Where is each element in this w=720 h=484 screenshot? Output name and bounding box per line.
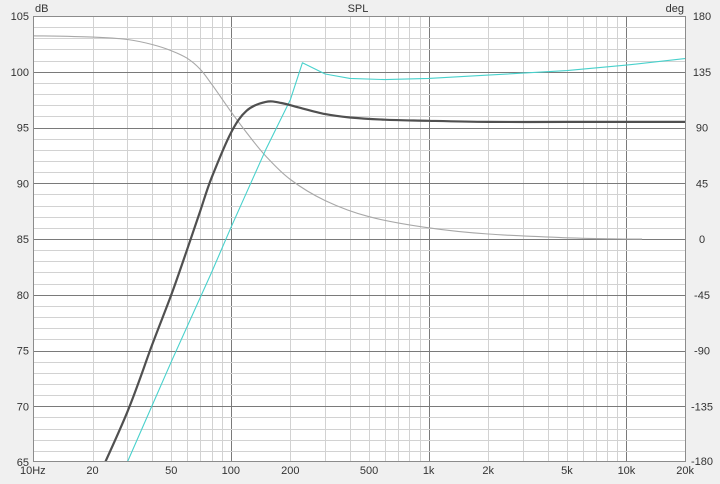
spl-chart: 10Hz 20 50 100 200 500 1k 2k 5k 10k 20k10510095908… xyxy=(0,0,720,484)
y-left-tick-label: 85 xyxy=(17,234,29,246)
y-right-tick-label: 135 xyxy=(693,67,711,79)
y-right-tick-label: 0 xyxy=(699,234,705,246)
y-right-tick-label: -180 xyxy=(691,456,713,468)
y-right-tick-label: -135 xyxy=(691,401,713,413)
x-tick-label: 500 xyxy=(360,465,378,477)
y-left-tick-label: 75 xyxy=(17,346,29,358)
y-left-tick-label: 95 xyxy=(17,123,29,135)
x-tick-label: 10k xyxy=(618,465,636,477)
x-tick-label: 200 xyxy=(281,465,299,477)
x-tick-label: 1k xyxy=(423,465,435,477)
chart-title: SPL xyxy=(348,3,369,15)
y-right-tick-label: 45 xyxy=(696,178,708,190)
y-left-tick-label: 65 xyxy=(17,457,29,469)
x-tick-label: 100 xyxy=(222,465,240,477)
y-left-tick-label: 90 xyxy=(17,178,29,190)
y-right-tick-label: 180 xyxy=(693,11,711,23)
x-tick-label: 5k xyxy=(561,465,573,477)
left-axis-unit: dB xyxy=(35,3,48,15)
y-left-tick-label: 80 xyxy=(17,290,29,302)
y-left-tick-label: 100 xyxy=(11,67,29,79)
x-tick-label: 50 xyxy=(165,465,177,477)
y-right-tick-label: 90 xyxy=(696,123,708,135)
y-left-tick-label: 105 xyxy=(11,11,29,23)
y-right-tick-label: -90 xyxy=(694,346,710,358)
y-left-tick-label: 70 xyxy=(17,401,29,413)
y-right-tick-label: -45 xyxy=(694,290,710,302)
right-axis-unit: deg xyxy=(666,3,684,15)
x-tick-label: 20 xyxy=(86,465,98,477)
x-tick-label: 2k xyxy=(482,465,494,477)
